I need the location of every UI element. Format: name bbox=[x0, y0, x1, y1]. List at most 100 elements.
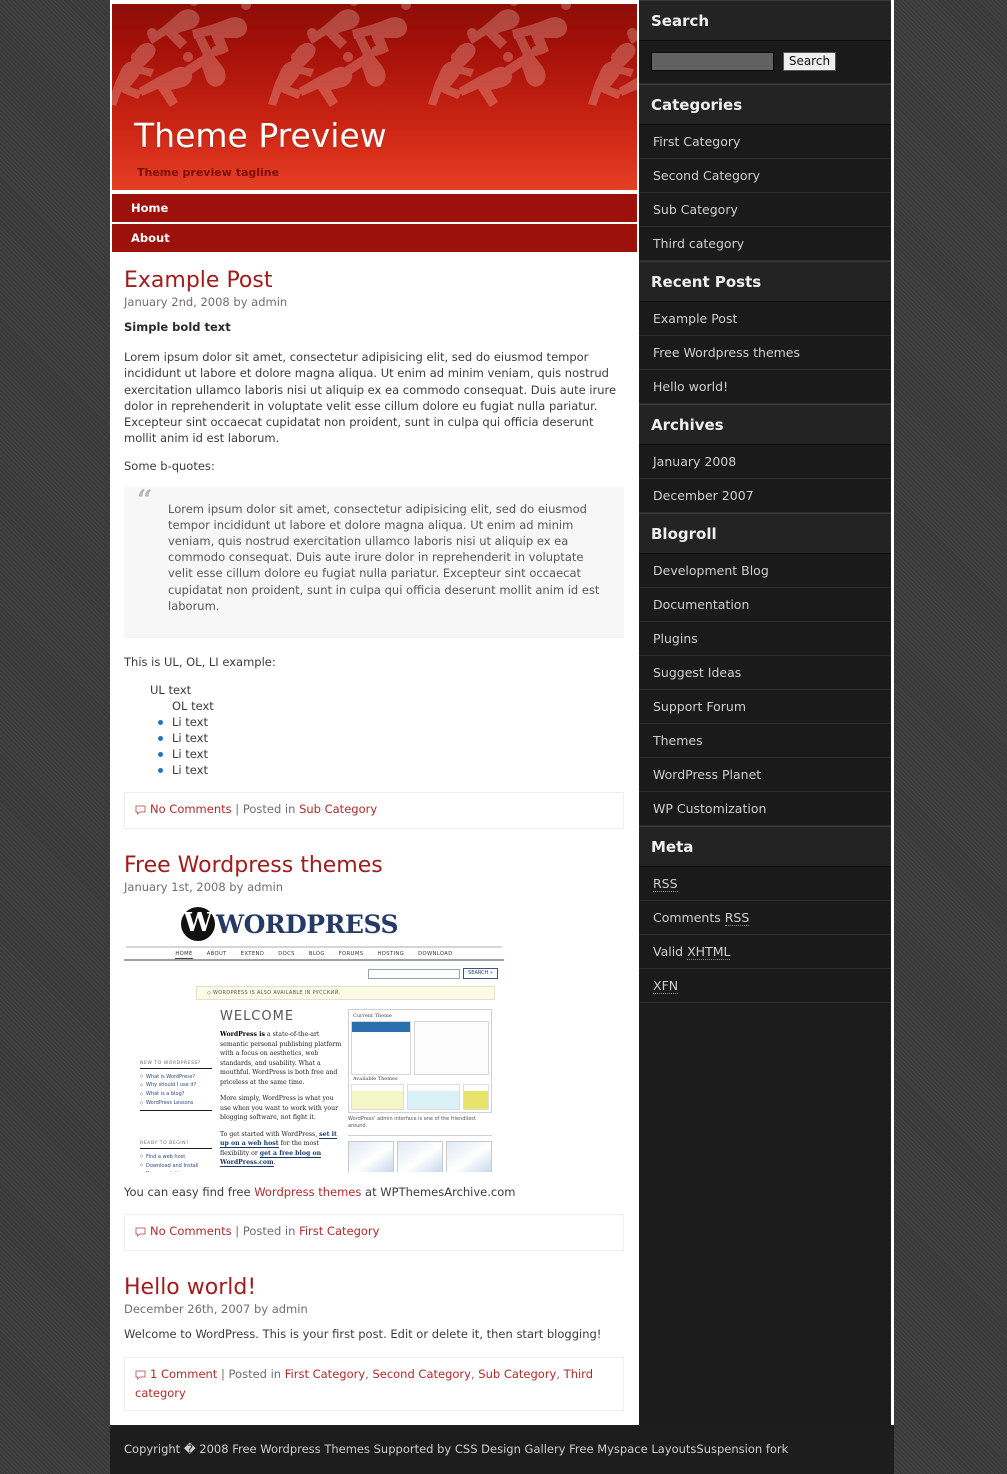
blockquote: “ Lorem ipsum dolor sit amet, consectetu… bbox=[124, 486, 624, 639]
wp-available-themes-label: Available Themes bbox=[353, 1076, 398, 1083]
sidebar-item-support-forum[interactable]: Support Forum bbox=[639, 690, 891, 724]
widget-search: Search Search bbox=[639, 0, 891, 84]
category-link[interactable]: Sub Category bbox=[478, 1367, 556, 1381]
nav-link-about[interactable]: About bbox=[112, 224, 637, 252]
sidebar-link[interactable]: Support Forum bbox=[639, 690, 891, 723]
sidebar-link[interactable]: Documentation bbox=[639, 588, 891, 621]
post-example-post: Example Post January 2nd, 2008 by admin … bbox=[124, 268, 624, 830]
sidebar-link[interactable]: Second Category bbox=[639, 159, 891, 192]
sidebar-link[interactable]: Example Post bbox=[639, 302, 891, 335]
sidebar-link[interactable]: January 2008 bbox=[639, 445, 891, 478]
sidebar-link-comments-rss[interactable]: Comments RSS bbox=[639, 901, 891, 934]
post-body: Welcome to WordPress. This is your first… bbox=[124, 1326, 624, 1342]
sidebar-item-documentation[interactable]: Documentation bbox=[639, 588, 891, 622]
sidebar-item-development-blog[interactable]: Development Blog bbox=[639, 554, 891, 588]
caption-link[interactable]: Wordpress themes bbox=[254, 1185, 361, 1199]
nav-item-about[interactable]: About bbox=[112, 224, 637, 254]
main-navigation: Home About bbox=[112, 194, 637, 254]
sidebar-item-plugins[interactable]: Plugins bbox=[639, 622, 891, 656]
comments-link[interactable]: 1 Comment bbox=[150, 1367, 217, 1381]
wp-thumbnail bbox=[348, 1141, 394, 1173]
wp-thumbnail bbox=[446, 1141, 492, 1173]
sidebar-item-first-category[interactable]: First Category bbox=[639, 125, 891, 159]
sidebar-item-sub-category[interactable]: Sub Category bbox=[639, 193, 891, 227]
sidebar-item-third-category[interactable]: Third category bbox=[639, 227, 891, 261]
wordpress-logo-icon: W bbox=[181, 907, 215, 942]
sidebar-item-valid-xhtml[interactable]: Valid XHTML bbox=[639, 935, 891, 969]
sidebar-item-rss[interactable]: RSS bbox=[639, 867, 891, 901]
comments-link[interactable]: No Comments bbox=[150, 802, 232, 816]
sidebar-link-valid-xhtml[interactable]: Valid XHTML bbox=[639, 935, 891, 968]
post-bold-lead: Simple bold text bbox=[124, 320, 231, 334]
sidebar-item-december-2007[interactable]: December 2007 bbox=[639, 479, 891, 513]
sidebar-link[interactable]: Sub Category bbox=[639, 193, 891, 226]
category-link[interactable]: Sub Category bbox=[299, 802, 377, 816]
wp-para-bold: WordPress is bbox=[220, 1031, 265, 1039]
sidebar-item-free-wordpress-themes[interactable]: Free Wordpress themes bbox=[639, 336, 891, 370]
wp-nav-docs: DOCS bbox=[278, 951, 295, 958]
sidebar-item-themes[interactable]: Themes bbox=[639, 724, 891, 758]
list-item: UL text bbox=[150, 683, 192, 698]
recent-posts-list: Example Post Free Wordpress themes Hello… bbox=[639, 302, 891, 404]
sidebar-link[interactable]: Plugins bbox=[639, 622, 891, 655]
sidebar-link[interactable]: WP Customization bbox=[639, 792, 891, 825]
wp-theme-thumb-box: Current Theme Available Themes bbox=[348, 1009, 492, 1114]
sidebar-link[interactable]: Hello world! bbox=[639, 370, 891, 403]
sidebar-item-example-post[interactable]: Example Post bbox=[639, 302, 891, 336]
category-link[interactable]: First Category bbox=[299, 1224, 379, 1238]
sidebar-item-wordpress-planet[interactable]: WordPress Planet bbox=[639, 758, 891, 792]
wp-topnav: HOME ABOUT EXTEND DOCS BLOG FORUMS HOSTING DOWN… bbox=[124, 948, 504, 960]
nav-item-home[interactable]: Home bbox=[112, 194, 637, 224]
wp-nav-home: HOME bbox=[175, 951, 193, 960]
comma: , bbox=[556, 1366, 561, 1381]
search-input[interactable] bbox=[651, 52, 774, 71]
sidebar-link[interactable]: Free Wordpress themes bbox=[639, 336, 891, 369]
sidebar-link[interactable]: Themes bbox=[639, 724, 891, 757]
post-date: January 1st, 2008 by admin bbox=[124, 880, 284, 895]
sidebar-link[interactable]: Suggest Ideas bbox=[639, 656, 891, 689]
divider bbox=[348, 1135, 492, 1137]
sidebar-link[interactable]: December 2007 bbox=[639, 479, 891, 512]
sidebar-link[interactable]: First Category bbox=[639, 125, 891, 158]
post-body: Simple bold text Lorem ipsum dolor sit a… bbox=[124, 319, 624, 778]
wp-columns: NEW TO WORDPRESS? What is WordPress? Why… bbox=[124, 1009, 504, 1173]
wp-nav-extend: EXTEND bbox=[240, 951, 265, 958]
comments-link[interactable]: No Comments bbox=[150, 1224, 232, 1238]
wp-section-title: NEW TO WORDPRESS? bbox=[140, 1061, 212, 1070]
sidebar-link[interactable]: Third category bbox=[639, 227, 891, 260]
widget-blogroll: Blogroll Development Blog Documentation … bbox=[639, 513, 891, 826]
search-button[interactable]: Search bbox=[782, 52, 837, 71]
nav-link-home[interactable]: Home bbox=[112, 194, 637, 222]
sidebar-item-second-category[interactable]: Second Category bbox=[639, 159, 891, 193]
widget-meta: Meta RSS Comments RSS Valid XHTML XFN bbox=[639, 826, 891, 1003]
sidebar-link-rss[interactable]: RSS bbox=[639, 867, 891, 900]
widget-title-blogroll: Blogroll bbox=[639, 513, 891, 554]
widget-title-search: Search bbox=[639, 0, 891, 41]
widget-categories: Categories First Category Second Categor… bbox=[639, 84, 891, 261]
post-title-link[interactable]: Example Post bbox=[124, 268, 272, 293]
sidebar: Search Search Categories First Category … bbox=[639, 0, 894, 1425]
sidebar-item-hello-world[interactable]: Hello world! bbox=[639, 370, 891, 404]
sidebar-item-suggest-ideas[interactable]: Suggest Ideas bbox=[639, 656, 891, 690]
page-wrapper: Theme Preview Theme preview tagline Home… bbox=[110, 0, 894, 1474]
wp-link: WordPress Lessons bbox=[140, 1099, 212, 1108]
sidebar-link[interactable]: WordPress Planet bbox=[639, 758, 891, 791]
sidebar-item-xfn[interactable]: XFN bbox=[639, 969, 891, 1003]
sidebar-link[interactable]: Development Blog bbox=[639, 554, 891, 587]
post-title-link[interactable]: Free Wordpress themes bbox=[124, 853, 383, 878]
sidebar-item-comments-rss[interactable]: Comments RSS bbox=[639, 901, 891, 935]
sidebar-item-january-2008[interactable]: January 2008 bbox=[639, 445, 891, 479]
category-link[interactable]: First Category bbox=[285, 1367, 365, 1381]
post-title-link[interactable]: Hello world! bbox=[124, 1275, 256, 1300]
caption-before: You can easy find free bbox=[124, 1185, 255, 1200]
list-item: Li text bbox=[150, 714, 624, 730]
rss-abbr: RSS bbox=[653, 876, 678, 892]
post-hello-world: Hello world! December 26th, 2007 by admi… bbox=[124, 1275, 624, 1411]
sidebar-item-wp-customization[interactable]: WP Customization bbox=[639, 792, 891, 826]
meta-list: RSS Comments RSS Valid XHTML XFN bbox=[639, 867, 891, 1003]
wp-nav-download: DOWNLOAD bbox=[418, 951, 453, 958]
meta-separator: | bbox=[220, 1366, 225, 1381]
site-title[interactable]: Theme Preview bbox=[134, 116, 387, 155]
category-link[interactable]: Second Category bbox=[372, 1367, 471, 1381]
sidebar-link-xfn[interactable]: XFN bbox=[639, 969, 891, 1002]
